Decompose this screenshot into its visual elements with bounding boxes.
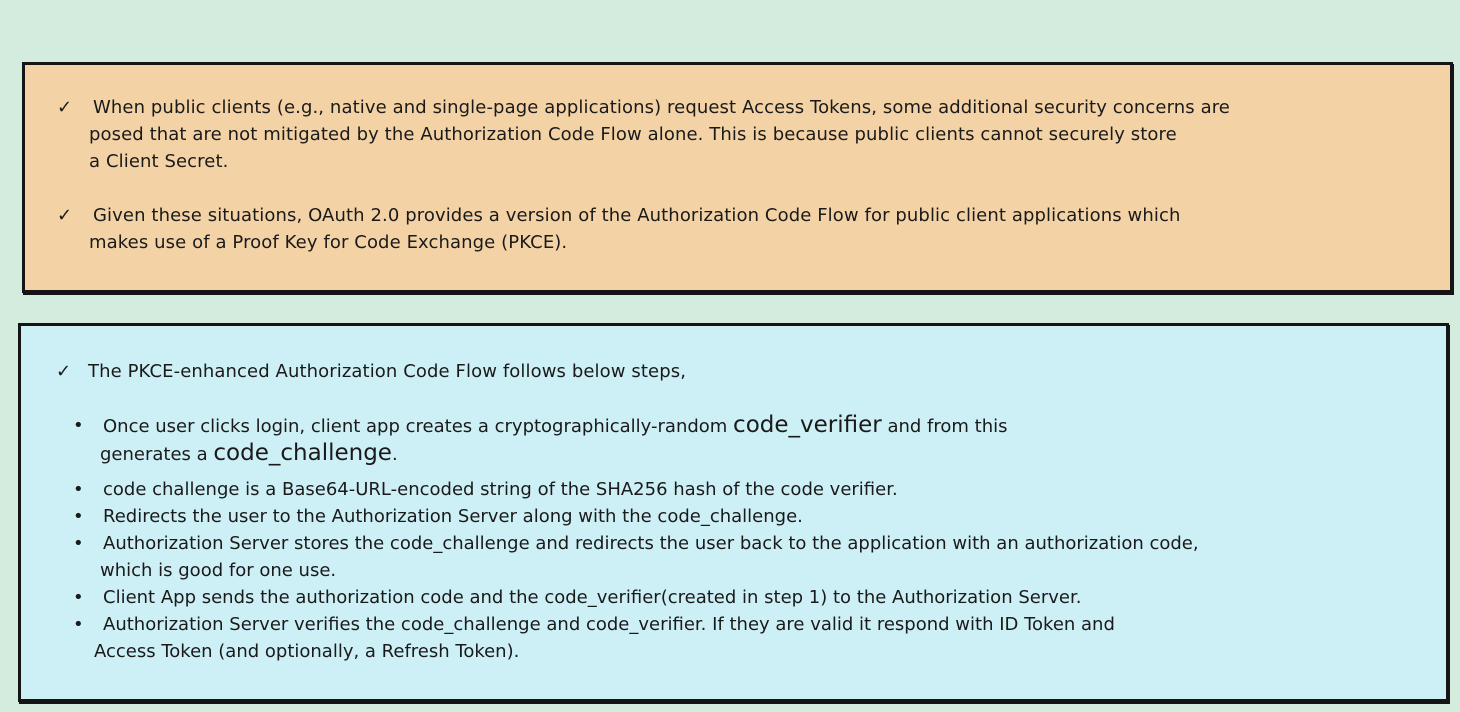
step-item-3: • Redirects the user to the Authorizatio… xyxy=(73,503,803,530)
check-icon: ✓ xyxy=(57,205,73,226)
item-line: posed that are not mitigated by the Auth… xyxy=(89,124,1177,145)
step-line: generates a code_challenge. xyxy=(100,440,1007,468)
check-icon: ✓ xyxy=(57,97,73,118)
pkce-motivation-panel: ✓ When public clients (e.g., native and … xyxy=(22,62,1453,293)
step-line: which is good for one use. xyxy=(100,560,337,581)
steps-intro: ✓ The PKCE-enhanced Authorization Code F… xyxy=(56,358,687,385)
step-text: and from this xyxy=(881,416,1008,437)
step-text: generates a xyxy=(100,444,214,465)
step-item-5: • Client App sends the authorization cod… xyxy=(73,584,1082,611)
step-text: Once user clicks login, client app creat… xyxy=(103,416,734,437)
item-line: Given these situations, OAuth 2.0 provid… xyxy=(93,205,1181,226)
step-item-1: • Once user clicks login, client app cre… xyxy=(73,412,1007,468)
bullet-icon: • xyxy=(73,415,84,436)
intro-text: The PKCE-enhanced Authorization Code Flo… xyxy=(88,361,687,382)
step-text: Client App sends the authorization code … xyxy=(103,587,1082,608)
step-text: code challenge is a Base64-URL-encoded s… xyxy=(103,479,898,500)
step-line: Authorization Server stores the code_cha… xyxy=(103,533,1199,554)
pkce-version-item: ✓ Given these situations, OAuth 2.0 prov… xyxy=(57,202,1181,256)
code-challenge-term: code_challenge xyxy=(213,440,392,466)
step-text: . xyxy=(391,444,398,465)
bullet-icon: • xyxy=(73,587,84,608)
item-line: a Client Secret. xyxy=(89,151,229,172)
bullet-icon: • xyxy=(73,506,84,527)
step-item-2: • code challenge is a Base64-URL-encoded… xyxy=(73,476,898,503)
check-icon: ✓ xyxy=(56,361,72,382)
step-line: Once user clicks login, client app creat… xyxy=(103,412,1007,440)
code-verifier-term: code_verifier xyxy=(733,412,882,438)
bullet-icon: • xyxy=(73,614,84,635)
step-line: Access Token (and optionally, a Refresh … xyxy=(94,641,520,662)
public-clients-concern-item: ✓ When public clients (e.g., native and … xyxy=(57,94,1230,175)
step-item-6: • Authorization Server verifies the code… xyxy=(73,611,1115,665)
bullet-icon: • xyxy=(73,533,84,554)
pkce-steps-panel: ✓ The PKCE-enhanced Authorization Code F… xyxy=(18,323,1449,702)
step-item-4: • Authorization Server stores the code_c… xyxy=(73,530,1199,584)
step-text: Redirects the user to the Authorization … xyxy=(103,506,803,527)
item-line: makes use of a Proof Key for Code Exchan… xyxy=(89,232,568,253)
item-line: When public clients (e.g., native and si… xyxy=(93,97,1230,118)
step-line: Authorization Server verifies the code_c… xyxy=(103,614,1115,635)
bullet-icon: • xyxy=(73,479,84,500)
